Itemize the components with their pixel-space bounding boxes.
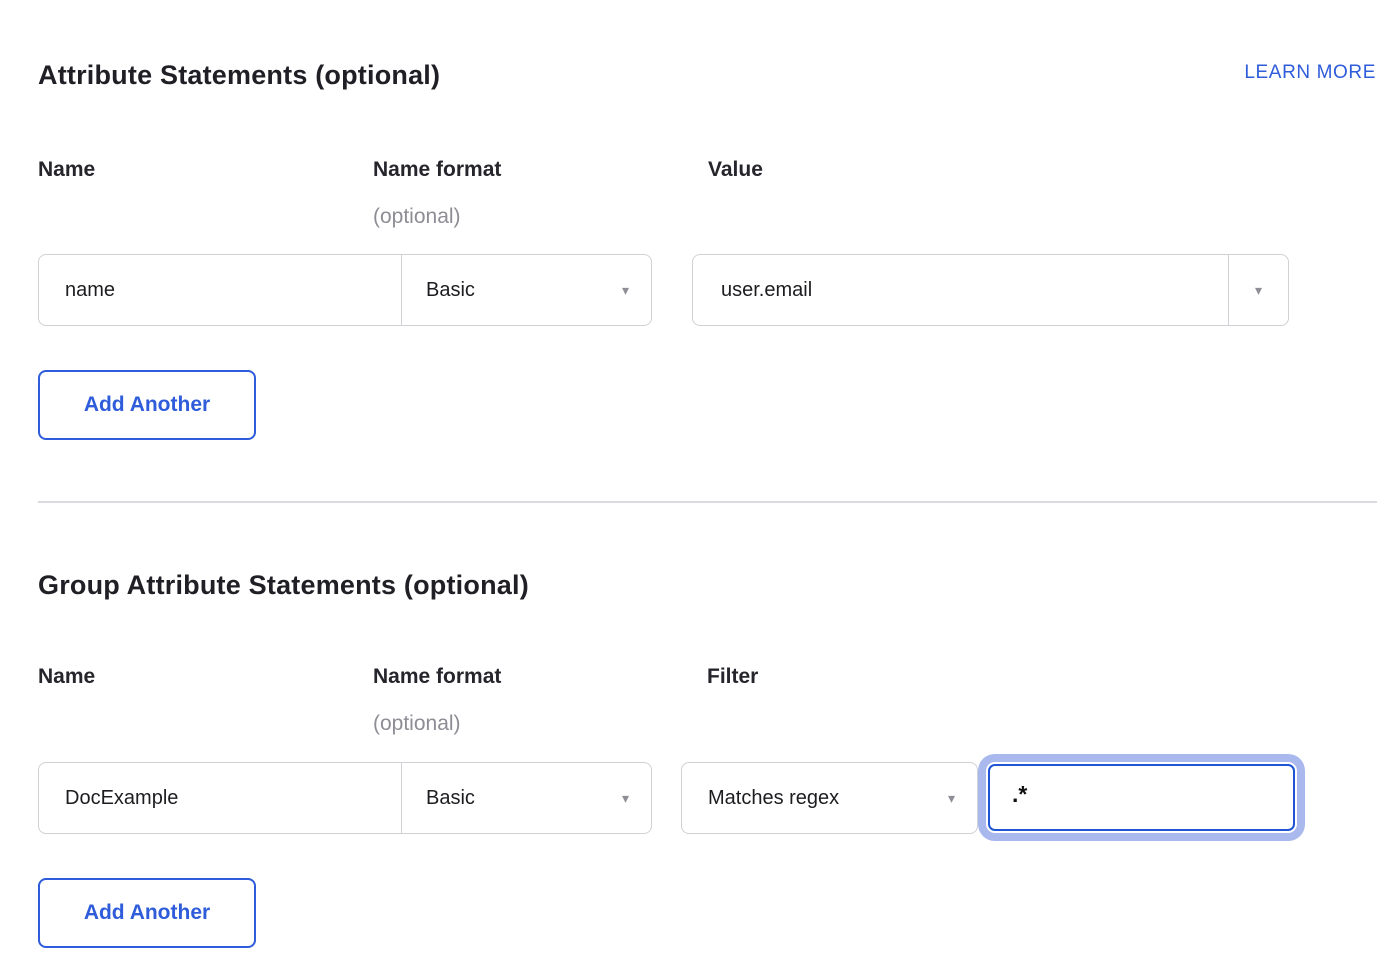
add-another-group-attribute-button[interactable]: Add Another: [38, 878, 256, 948]
group-name-format-select[interactable]: Basic ▾: [401, 763, 651, 833]
group-attribute-statements-title: Group Attribute Statements (optional): [38, 570, 529, 601]
group-name-input[interactable]: [39, 763, 401, 833]
attribute-value-cell: [693, 255, 1228, 325]
chevron-down-icon: ▾: [1255, 283, 1262, 297]
attribute-value-input[interactable]: [693, 255, 1228, 325]
attribute-name-format-select[interactable]: Basic ▾: [401, 255, 651, 325]
group-filter-condition-select[interactable]: Matches regex ▾: [681, 762, 978, 834]
attribute-name-format-value: Basic: [426, 279, 475, 302]
group-name-group: Basic ▾: [38, 762, 652, 834]
column-label-name: Name: [38, 665, 95, 689]
chevron-down-icon: ▾: [622, 791, 629, 805]
attribute-name-group: Basic ▾: [38, 254, 652, 326]
section-divider: [38, 501, 1377, 503]
attribute-value-combobox: ▾: [692, 254, 1289, 326]
attribute-value-dropdown-button[interactable]: ▾: [1228, 255, 1288, 325]
group-filter-value-input[interactable]: [988, 764, 1295, 831]
column-label-name-format: Name format: [373, 665, 501, 689]
column-label-filter: Filter: [707, 665, 758, 689]
chevron-down-icon: ▾: [948, 791, 955, 805]
attribute-statements-title: Attribute Statements (optional): [38, 60, 440, 91]
column-label-name: Name: [38, 158, 95, 182]
column-note-optional: (optional): [373, 712, 461, 736]
group-name-format-value: Basic: [426, 787, 475, 810]
attribute-name-input[interactable]: [39, 255, 401, 325]
column-label-value: Value: [708, 158, 763, 182]
column-label-name-format: Name format: [373, 158, 501, 182]
add-another-attribute-button[interactable]: Add Another: [38, 370, 256, 440]
group-filter-condition-value: Matches regex: [708, 787, 839, 810]
chevron-down-icon: ▾: [622, 283, 629, 297]
group-name-cell: [39, 763, 401, 833]
attribute-name-cell: [39, 255, 401, 325]
column-note-optional: (optional): [373, 205, 461, 229]
learn-more-link[interactable]: LEARN MORE: [1244, 62, 1376, 84]
saml-settings-page: Attribute Statements (optional) LEARN MO…: [0, 0, 1384, 974]
